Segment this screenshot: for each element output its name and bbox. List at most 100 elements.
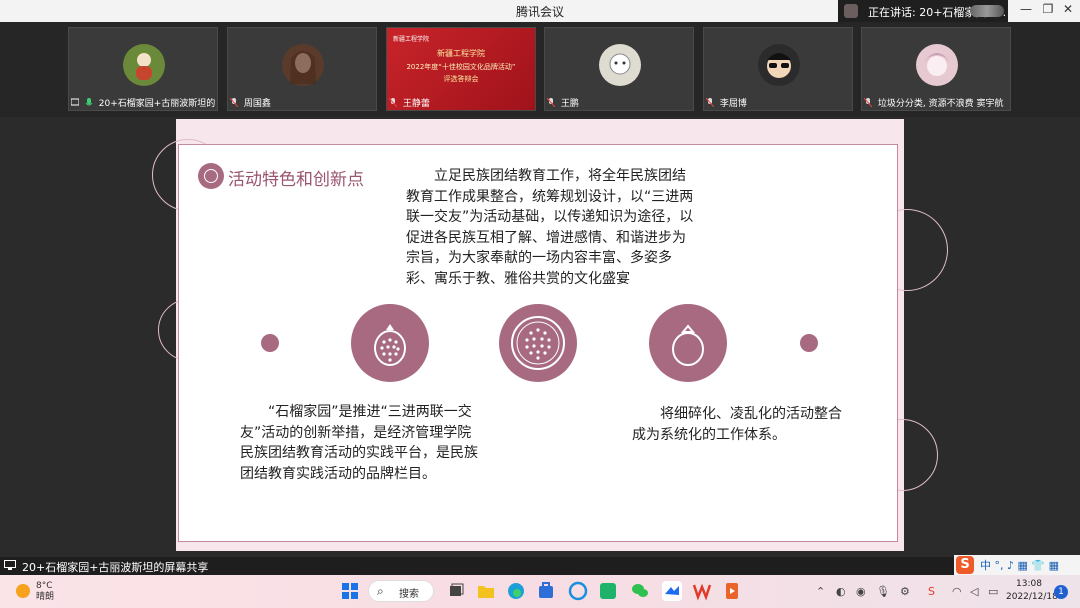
participant-name: 垃圾分分类, 资源不浪费 窦宇航 xyxy=(877,99,1004,109)
thumbnail-line3: 评选答辩会 xyxy=(443,75,479,83)
speaker-audio-wave xyxy=(970,5,1004,17)
participant-tile[interactable]: 王鹏 xyxy=(544,27,694,111)
presentation-app-button[interactable] xyxy=(722,581,742,601)
microphone-muted-icon xyxy=(230,98,238,107)
ime-toolbar[interactable]: S 中 °, ♪ ▦ 👕 ▦ xyxy=(954,555,1080,575)
notification-badge[interactable]: 1 xyxy=(1054,585,1068,599)
tray-sogou-icon[interactable]: S xyxy=(928,585,935,598)
sun-icon xyxy=(16,584,30,598)
thumbnail-logo: 新疆工程学院 xyxy=(393,36,430,43)
microphone-muted-icon xyxy=(706,98,714,107)
start-button[interactable] xyxy=(340,581,360,601)
wps-button[interactable] xyxy=(692,581,712,601)
app-button[interactable] xyxy=(598,581,618,601)
windows-logo-icon xyxy=(342,583,358,599)
sogou-logo-icon[interactable]: S xyxy=(956,556,974,574)
app-green-square-icon xyxy=(600,583,616,599)
participant-name: 李屈博 xyxy=(719,99,747,109)
participant-tile[interactable]: 李屈博 xyxy=(703,27,853,111)
avatar-sunglasses-icon xyxy=(767,53,791,78)
tencent-meeting-icon xyxy=(665,586,679,595)
store-icon xyxy=(539,582,553,598)
avatar xyxy=(758,44,800,86)
volume-icon[interactable]: ◁ xyxy=(970,585,978,598)
decor-dot xyxy=(800,334,818,352)
edge-button[interactable] xyxy=(506,581,526,601)
presentation-icon xyxy=(726,583,738,599)
thumbnail-line2: 2022年度“十佳校园文化品牌活动” xyxy=(406,63,516,71)
restore-button[interactable]: ❐ xyxy=(1038,2,1058,16)
microphone-muted-icon xyxy=(864,98,872,107)
clock-time: 13:08 xyxy=(1016,579,1042,589)
screen-share-bar: 20+石榴家园+古丽波斯坦的屏幕共享 xyxy=(0,557,1080,575)
app-circle-icon xyxy=(568,581,588,601)
participant-name: 王静蕾 xyxy=(402,99,430,109)
file-explorer-button[interactable] xyxy=(476,581,496,601)
participant-strip: 20+石榴家园+古丽波斯坦的屏幕... 周国鑫 新疆工程学院 新疆工程学院 20… xyxy=(0,22,1080,117)
tray-gear-icon[interactable]: ⚙ xyxy=(900,585,910,598)
speaking-indicator[interactable]: 正在讲话: 20+石榴家园+... xyxy=(838,0,1008,22)
search-label: 搜索 xyxy=(399,589,419,600)
pomegranate-seeds-icon xyxy=(499,304,577,382)
avatar xyxy=(123,44,165,86)
weather-desc: 晴朗 xyxy=(36,592,55,602)
tray-app-icon[interactable]: ◉ xyxy=(856,585,866,598)
slide-right-text: 将细碎化、凌乱化的活动整合成为系统化的工作体系。 xyxy=(632,406,842,443)
avatar-anime-icon xyxy=(924,53,950,76)
avatar-portrait-icon xyxy=(290,51,316,84)
minimize-button[interactable]: — xyxy=(1016,2,1036,16)
app-button[interactable] xyxy=(568,581,588,601)
avatar xyxy=(599,44,641,86)
taskbar: 8°C 晴朗 ⌕ 搜索 ⌃ ◐ ◉ 🎙 ⚙ S ◠ ◁ ▭ 13:08 2022… xyxy=(0,575,1080,608)
wechat-icon xyxy=(632,584,648,597)
ime-mode-indicators[interactable]: 中 °, ♪ ▦ 👕 ▦ xyxy=(980,557,1059,573)
title-bar: 腾讯会议 正在讲话: 20+石榴家园+... — ❐ ✕ xyxy=(0,0,1080,23)
participant-tile[interactable]: 垃圾分分类, 资源不浪费 窦宇航 xyxy=(861,27,1011,111)
microphone-icon xyxy=(85,98,93,106)
wps-icon xyxy=(692,583,712,601)
slide-intro-text: 立足民族团结教育工作，将全年民族团结教育工作成果整合，统筹规划设计，以“三进两联… xyxy=(406,168,694,287)
folder-icon xyxy=(478,586,494,598)
task-view-icon xyxy=(450,583,464,596)
participant-name: 20+石榴家园+古丽波斯坦的屏幕... xyxy=(98,99,215,109)
screen-share-icon xyxy=(4,560,16,570)
store-button[interactable] xyxy=(536,581,556,601)
tencent-meeting-button[interactable] xyxy=(662,581,682,601)
pomegranate-outline-icon xyxy=(649,304,727,382)
tray-overflow-icon[interactable]: ⌃ xyxy=(816,585,825,598)
clock-date: 2022/12/18 xyxy=(1006,592,1058,602)
pomegranate-icon xyxy=(351,304,429,382)
battery-icon[interactable]: ▭ xyxy=(988,585,998,598)
task-view-button[interactable] xyxy=(446,581,466,601)
avatar xyxy=(282,44,324,86)
participant-name: 周国鑫 xyxy=(243,99,271,109)
thumbnail-line1: 新疆工程学院 xyxy=(437,49,485,58)
decor-dot xyxy=(261,334,279,352)
taskbar-search[interactable]: ⌕ 搜索 xyxy=(368,580,434,602)
microphone-muted-icon xyxy=(389,98,397,107)
system-clock[interactable]: 13:08 2022/12/18 xyxy=(1006,578,1058,604)
participant-name: 王鹏 xyxy=(560,99,579,109)
speaker-avatar xyxy=(844,4,858,18)
wechat-button[interactable] xyxy=(630,581,650,601)
close-button[interactable]: ✕ xyxy=(1058,2,1078,16)
weather-temp: 8°C xyxy=(36,581,53,591)
slide-left-text: “石榴家园”是推进“三进两联一交友”活动的创新举措，是经济管理学院民族团结教育活… xyxy=(240,404,478,482)
avatar-cartoon-icon xyxy=(609,53,631,75)
participant-tile-active[interactable]: 新疆工程学院 新疆工程学院 2022年度“十佳校园文化品牌活动” 评选答辩会 王… xyxy=(386,27,536,111)
avatar-figure-icon xyxy=(136,53,152,80)
screen-share-icon xyxy=(71,98,79,106)
microphone-muted-icon xyxy=(547,98,555,107)
tray-mic-icon[interactable]: 🎙 xyxy=(876,585,890,598)
wifi-icon[interactable]: ◠ xyxy=(952,585,962,598)
heading-emblem-icon xyxy=(198,163,224,189)
screen-share-label: 20+石榴家园+古丽波斯坦的屏幕共享 xyxy=(22,561,209,574)
slide-heading: 活动特色和创新点 xyxy=(228,170,364,190)
edge-browser-icon xyxy=(508,583,524,599)
participant-tile[interactable]: 周国鑫 xyxy=(227,27,377,111)
avatar xyxy=(916,44,958,86)
participant-tile[interactable]: 20+石榴家园+古丽波斯坦的屏幕... xyxy=(68,27,218,111)
search-icon: ⌕ xyxy=(377,584,384,598)
tray-app-icon[interactable]: ◐ xyxy=(836,585,846,598)
weather-widget[interactable]: 8°C 晴朗 xyxy=(14,579,74,605)
